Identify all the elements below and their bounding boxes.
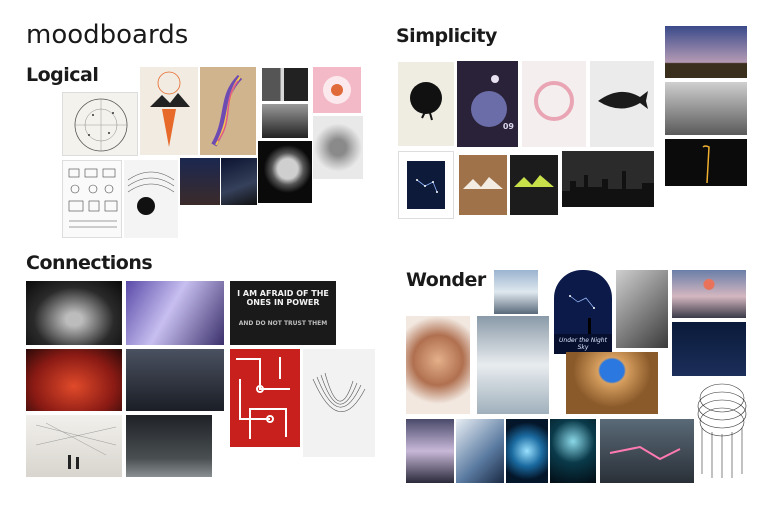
wire-head-icon (697, 383, 747, 478)
orange-cone-art-image (140, 67, 198, 155)
section-heading-connections: Connections (26, 252, 153, 274)
star-chart-icon (74, 98, 128, 152)
pink-plate-image (313, 67, 361, 113)
circle-figure-icon (410, 82, 442, 121)
quote-photo-image: I AM AFRAID OF THE ONES IN POWER AND DO … (230, 281, 336, 345)
mountain-photo-image (262, 104, 308, 138)
beach-figures-image (665, 82, 747, 135)
feather-icon (211, 74, 243, 147)
poster-number: 09 (502, 122, 514, 131)
skylight-room-image (566, 352, 658, 414)
planet-icon (471, 75, 507, 127)
diagram-sheet-image (62, 160, 122, 238)
quote-text-2: AND DO NOT TRUST THEM (238, 320, 328, 327)
glowing-blue-image (506, 419, 548, 483)
cone-mountain-icon (150, 71, 190, 147)
cloud-figure-image (477, 316, 549, 414)
green-mountain-icon (514, 175, 554, 187)
section-heading-logical: Logical (26, 64, 99, 86)
couture-dress-image (406, 419, 454, 483)
milky-way-image (221, 158, 257, 205)
green-mountain-poster-image (510, 155, 558, 215)
section-heading-wonder: Wonder (406, 269, 486, 291)
plate-icon (323, 76, 351, 104)
poster-caption: Under the Night Sky (559, 337, 607, 351)
night-landscape-image (180, 158, 220, 205)
figures-icon (35, 422, 117, 469)
neon-icon (609, 445, 681, 461)
planet-poster-image: 09 (457, 61, 518, 147)
telescope-night-image (672, 322, 746, 376)
wire-sculpture-image (303, 349, 375, 457)
night-sky-poster-image: Under the Night Sky (554, 270, 612, 354)
street-lamp-image (665, 139, 747, 186)
black-circle-poster-image (398, 62, 454, 146)
neon-light-image (600, 419, 694, 483)
rock-sphere-image (313, 116, 363, 179)
mountain-lake-image (494, 270, 538, 314)
red-circuit-image (230, 349, 300, 447)
wire-head-sculpture-image (690, 378, 754, 482)
quote-text: I AM AFRAID OF THE ONES IN POWER (237, 289, 329, 308)
red-room-image (26, 349, 122, 411)
section-heading-simplicity: Simplicity (396, 25, 497, 47)
white-room-figures-image (26, 415, 122, 477)
swirl-face-image (406, 316, 470, 414)
dusk-field-image (665, 26, 747, 78)
lamp-icon (702, 145, 710, 184)
feather-art-image (200, 67, 256, 155)
pink-ring-poster-image (522, 61, 586, 147)
book-photo-image (262, 68, 308, 101)
diagram-sketch-icon (68, 168, 118, 228)
red-moon-road-image (672, 270, 746, 318)
circle-wave-icon (127, 171, 175, 215)
star-chart-image (62, 92, 138, 156)
jellyfish-image (550, 419, 596, 483)
wire-sculpture-icon (312, 372, 366, 412)
circle-wave-art-image (124, 160, 178, 238)
constellation-icon (416, 179, 438, 193)
spotlight-stage-image (26, 281, 122, 345)
dark-bed-image (126, 415, 212, 477)
whale-icon (598, 91, 648, 109)
skyline-icon (562, 171, 654, 207)
pink-ring-icon (534, 81, 574, 121)
sphere-photo-image (258, 141, 312, 203)
light-installation-image (126, 281, 224, 345)
brown-mountain-poster-image (459, 155, 507, 215)
page-title: moodboards (26, 20, 189, 50)
mountain-icon (463, 177, 503, 189)
constellation-frame-image (398, 151, 454, 219)
circuit-icon (230, 349, 300, 447)
surreal-portrait-image (616, 270, 668, 348)
whale-poster-image (590, 61, 654, 147)
paper-sculpture-image (456, 419, 504, 483)
hands-silhouette-image (126, 349, 224, 411)
city-skyline-image (562, 151, 654, 207)
